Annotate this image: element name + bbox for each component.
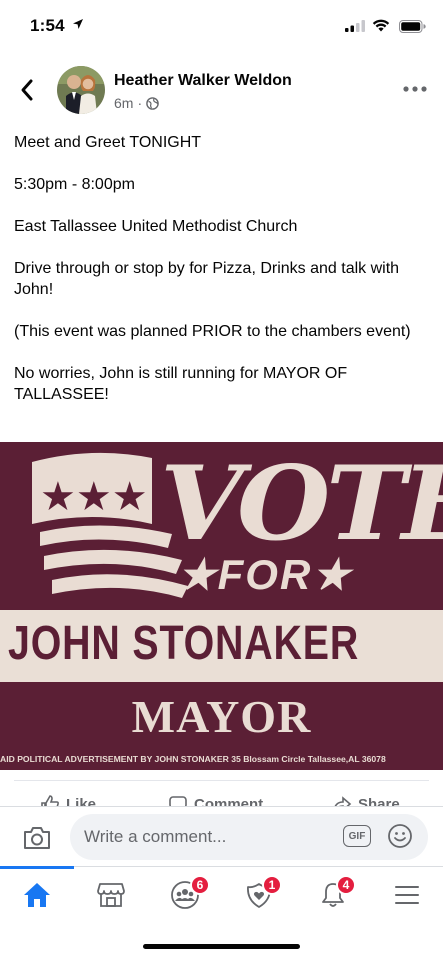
status-time: 1:54 (30, 16, 65, 35)
post-text: Meet and Greet TONIGHT 5:30pm - 8:00pm E… (14, 132, 429, 426)
home-indicator[interactable] (143, 944, 300, 949)
post-time[interactable]: 6m (114, 95, 133, 111)
notifications-badge: 4 (336, 875, 356, 895)
cellular-signal-icon (345, 20, 365, 32)
back-arrow-icon[interactable] (16, 76, 40, 104)
comment-bar: GIF (0, 806, 443, 866)
sign-mayor-text: MAYOR (131, 691, 312, 742)
dating-badge: 1 (262, 875, 282, 895)
meta-separator: · (137, 95, 143, 111)
status-bar: 1:54 (0, 0, 443, 56)
home-icon (24, 883, 50, 907)
post-meta: 6m · (114, 95, 159, 111)
svg-text:★★★: ★★★ (40, 474, 148, 520)
tab-dating[interactable]: 1 (222, 867, 296, 923)
emoji-icon[interactable] (387, 823, 413, 849)
wifi-icon (372, 19, 390, 32)
sign-disclaimer: AID POLITICAL ADVERTISEMENT BY JOHN STON… (0, 754, 386, 764)
post-header: Heather Walker Weldon 6m · (0, 62, 443, 118)
tab-marketplace[interactable] (74, 867, 148, 923)
post-paragraph: No worries, John is still running for MA… (14, 365, 348, 403)
comment-input[interactable] (70, 814, 428, 860)
post-paragraph: 5:30pm - 8:00pm (14, 176, 135, 193)
divider (14, 780, 429, 781)
hamburger-menu-icon (395, 886, 419, 904)
tab-menu[interactable] (370, 867, 443, 923)
sign-candidate-name: JOHN STONAKER (8, 617, 360, 670)
groups-badge: 6 (190, 875, 210, 895)
more-options-icon[interactable] (402, 82, 428, 96)
location-arrow-icon (73, 19, 83, 29)
post-paragraph: Meet and Greet TONIGHT (14, 134, 202, 151)
battery-icon (399, 20, 426, 33)
tab-bar: 6 1 4 (0, 866, 443, 926)
author-name[interactable]: Heather Walker Weldon (114, 72, 292, 90)
public-globe-icon (146, 96, 159, 110)
sign-vote-text: VOTE (160, 444, 443, 564)
avatar[interactable] (57, 66, 105, 114)
tab-home[interactable] (0, 866, 74, 923)
post-photo[interactable]: ★★★ VOTE ★FOR★ JOHN STONAKER MAYOR AID P… (0, 442, 443, 770)
marketplace-icon (97, 883, 125, 907)
post-paragraph: East Tallassee United Methodist Church (14, 218, 298, 235)
post-paragraph: Drive through or stop by for Pizza, Drin… (14, 260, 400, 298)
gif-button[interactable]: GIF (343, 825, 371, 847)
camera-icon[interactable] (22, 825, 52, 851)
post-paragraph: (This event was planned PRIOR to the cha… (14, 323, 411, 340)
active-tab-indicator (0, 866, 74, 869)
sign-for-text: ★FOR★ (178, 551, 352, 598)
tab-groups[interactable]: 6 (148, 867, 222, 923)
tab-notifications[interactable]: 4 (296, 867, 370, 923)
